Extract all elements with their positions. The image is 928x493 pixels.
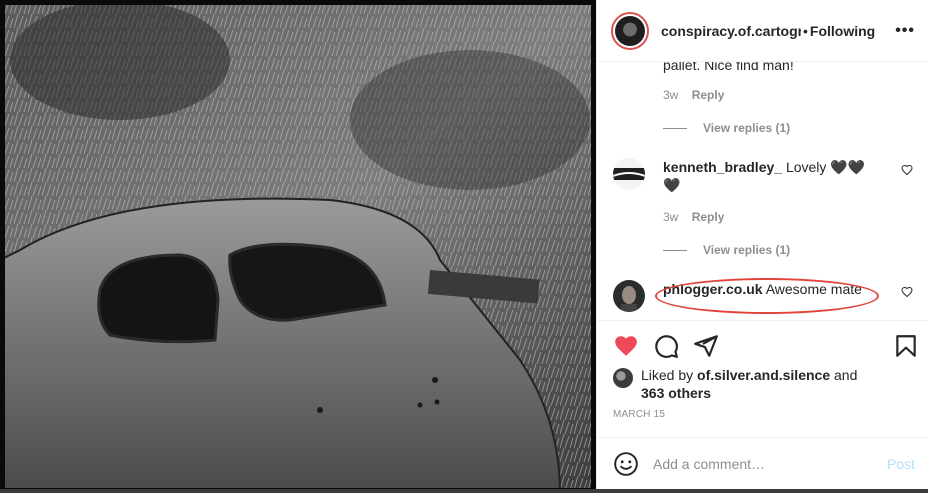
- view-replies-label: View replies (1): [703, 243, 791, 257]
- author-username[interactable]: conspiracy.of.cartographers: [661, 23, 801, 39]
- comment-text-cut: pallet. Nice find man!: [663, 62, 794, 73]
- likes-text: Liked by of.silver.and.silence and 363 o…: [641, 366, 913, 402]
- post-actions: [597, 320, 928, 368]
- more-horizontal-icon[interactable]: •••: [895, 23, 915, 39]
- header-separator: •: [803, 22, 808, 39]
- comment-meta: 3w Reply: [663, 88, 724, 102]
- post-comment-button[interactable]: Post: [887, 456, 915, 472]
- reply-button[interactable]: Reply: [692, 88, 725, 102]
- replies-line: [663, 127, 687, 129]
- post-header: conspiracy.of.cartographers • Following …: [597, 0, 928, 62]
- replies-line: [663, 249, 687, 251]
- share-icon[interactable]: [693, 333, 719, 359]
- commenter-avatar[interactable]: [613, 280, 645, 312]
- comment-meta: 3w Reply: [663, 210, 724, 224]
- liked-by-prefix: Liked by: [641, 367, 698, 383]
- comment-time: 3w: [663, 210, 679, 224]
- view-replies-label: View replies (1): [703, 121, 791, 135]
- comment-like-icon[interactable]: [901, 164, 913, 176]
- comments-list: pallet. Nice find man! 3w Reply View rep…: [597, 62, 928, 316]
- liker-username[interactable]: of.silver.and.silence: [697, 367, 830, 383]
- likes-others-link[interactable]: 363 others: [641, 385, 711, 401]
- author-avatar[interactable]: [611, 11, 649, 50]
- bookmark-icon[interactable]: [893, 333, 919, 359]
- heart-filled-icon[interactable]: [613, 333, 639, 359]
- comment-time: 3w: [663, 88, 679, 102]
- reply-button[interactable]: Reply: [692, 210, 725, 224]
- post-date[interactable]: MARCH 15: [613, 409, 665, 420]
- commenter-username[interactable]: kenneth_bradley_: [663, 159, 782, 175]
- following-button[interactable]: Following: [810, 23, 875, 39]
- comment-item: kenneth_bradley_ Lovely 🖤🖤🖤: [613, 158, 913, 228]
- commenter-avatar[interactable]: [613, 158, 645, 190]
- post-photo[interactable]: [0, 0, 596, 493]
- comment-body: kenneth_bradley_ Lovely 🖤🖤🖤: [663, 158, 877, 194]
- comment-like-icon[interactable]: [901, 286, 913, 298]
- post-sidebar: conspiracy.of.cartographers • Following …: [596, 0, 928, 493]
- liker-avatar[interactable]: [613, 368, 633, 388]
- avatar-image: [615, 15, 645, 46]
- highlight-ellipse: [655, 278, 879, 314]
- add-comment-bar: Post: [597, 437, 928, 489]
- bottom-strip: [0, 489, 928, 493]
- liked-by-and: and: [830, 367, 858, 383]
- view-replies-button[interactable]: View replies (1): [663, 121, 790, 135]
- emoji-icon[interactable]: [613, 451, 639, 477]
- view-replies-button[interactable]: View replies (1): [663, 243, 790, 257]
- comment-icon[interactable]: [653, 333, 679, 359]
- likes-summary: Liked by of.silver.and.silence and 363 o…: [613, 366, 913, 402]
- comment-input[interactable]: [653, 455, 873, 472]
